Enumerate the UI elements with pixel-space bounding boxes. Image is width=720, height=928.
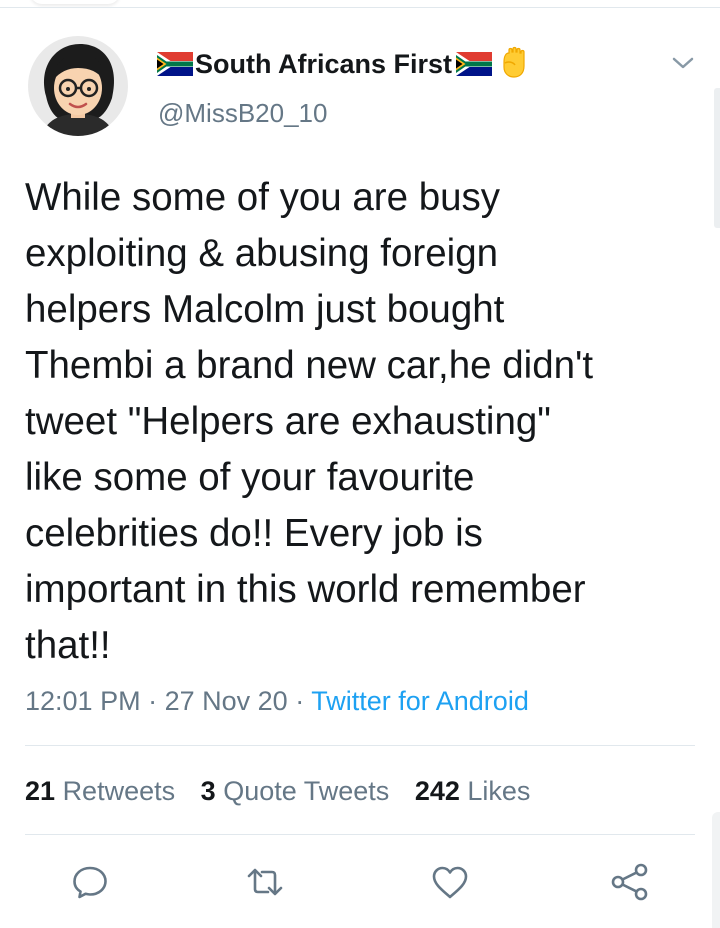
tweet-stats: 21 Retweets 3 Quote Tweets 242 Likes — [25, 774, 548, 808]
tweet-text-line: like some of your favourite — [25, 456, 475, 499]
meta-separator: · — [295, 686, 305, 716]
tweet-source-link[interactable]: Twitter for Android — [311, 686, 529, 716]
author-display-name: South Africans First — [195, 49, 453, 79]
avatar[interactable] — [28, 36, 128, 136]
top-divider — [0, 7, 720, 8]
scroll-indicator — [714, 88, 720, 228]
tweet-date: 27 Nov 20 — [164, 686, 288, 716]
top-edge-shadow — [30, 0, 120, 4]
like-icon[interactable] — [430, 862, 470, 902]
quote-tweets-count: 3 — [200, 776, 216, 806]
tweet-meta: 12:01 PM · 27 Nov 20 · Twitter for Andro… — [25, 684, 529, 718]
quote-tweets-stat[interactable]: 3 Quote Tweets — [201, 776, 390, 806]
likes-count: 242 — [414, 776, 460, 806]
chevron-down-icon[interactable] — [668, 50, 698, 76]
meta-separator: · — [148, 686, 158, 716]
quote-tweets-label: Quote Tweets — [223, 776, 390, 806]
author-handle[interactable]: @MissB20_10 — [158, 97, 327, 129]
author-display-name-row[interactable]: South Africans First — [155, 46, 532, 82]
divider — [25, 745, 695, 746]
reply-icon[interactable] — [70, 862, 110, 902]
divider — [25, 834, 695, 835]
tweet-time: 12:01 PM — [25, 686, 141, 716]
tweet-text-line: tweet "Helpers are exhausting" — [25, 400, 551, 443]
south-africa-flag-icon — [456, 52, 493, 76]
avatar-cartoon-woman-icon — [28, 36, 128, 136]
share-icon[interactable] — [610, 862, 650, 902]
tweet-text-line: exploiting & abusing foreign — [25, 232, 499, 275]
tweet-text-line: important in this world remember — [25, 568, 586, 611]
tweet-text-line: helpers Malcolm just bought — [25, 288, 505, 331]
retweets-stat[interactable]: 21 Retweets — [25, 776, 175, 806]
retweet-icon[interactable] — [245, 862, 285, 902]
tweet-text-line: While some of you are busy — [25, 176, 501, 219]
tweet-text: While some of you are busy exploiting & … — [25, 170, 695, 674]
likes-label: Likes — [467, 776, 531, 806]
tweet-text-line: celebrities do!! Every job is — [25, 512, 483, 555]
tweet-text-line: that!! — [25, 624, 111, 667]
likes-stat[interactable]: 242 Likes — [415, 776, 531, 806]
edge-panel-handle — [712, 812, 720, 928]
south-africa-flag-icon — [157, 52, 193, 76]
tweet-text-line: Thembi a brand new car,he didn't — [25, 344, 594, 387]
raised-fist-icon — [496, 46, 532, 82]
retweets-count: 21 — [25, 776, 56, 806]
retweets-label: Retweets — [62, 776, 176, 806]
